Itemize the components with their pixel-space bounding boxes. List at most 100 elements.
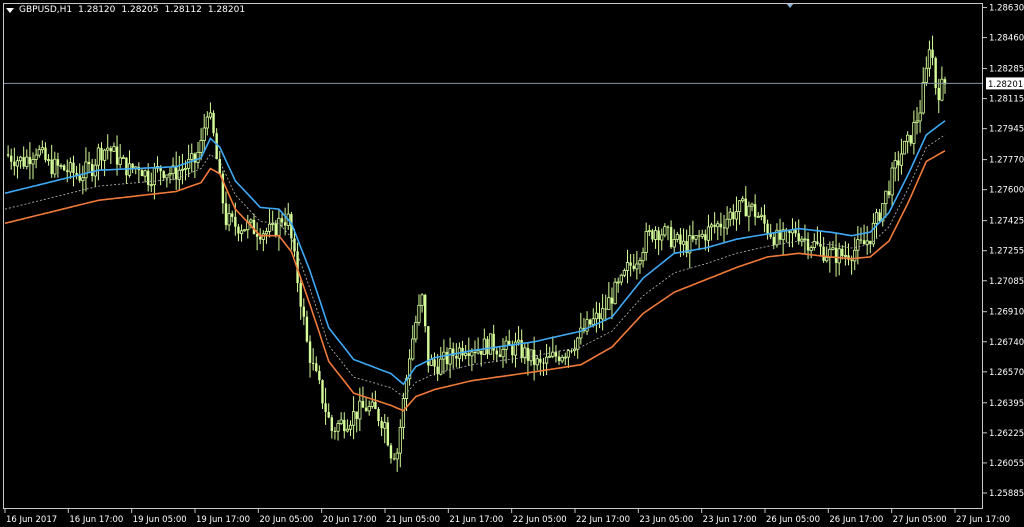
candle [224, 191, 228, 230]
candle [548, 346, 552, 358]
candle [408, 349, 412, 386]
candle [121, 154, 125, 160]
candle [685, 229, 688, 258]
candle [367, 400, 371, 416]
candle [143, 169, 147, 183]
candle [433, 352, 436, 376]
y-tick-label: 1.27425 [989, 217, 1024, 227]
candle [775, 223, 779, 248]
candle [168, 167, 172, 184]
candle [790, 218, 795, 248]
candle [837, 242, 841, 276]
candle [847, 243, 850, 266]
candle [345, 419, 349, 433]
candle [318, 365, 321, 385]
candle [566, 348, 570, 369]
scroll-marker-icon[interactable] [786, 3, 794, 8]
candle [439, 346, 443, 376]
candle [187, 144, 191, 178]
price-chart[interactable]: 1.28201 1.28630 1.28460 1.28285 1.28115 1.27… [0, 0, 1024, 527]
candle [734, 196, 739, 231]
candle [551, 336, 555, 359]
candle [759, 207, 763, 221]
y-tick-label: 1.26740 [989, 338, 1024, 348]
candle [629, 254, 632, 277]
candle [445, 347, 449, 371]
candle [75, 165, 78, 180]
candle [109, 146, 113, 165]
candle [180, 153, 185, 185]
candle [601, 294, 605, 331]
candle [299, 276, 302, 320]
candle [455, 343, 458, 368]
candle [277, 208, 281, 251]
candle [87, 151, 91, 173]
candle [339, 412, 343, 426]
candle [370, 392, 374, 409]
candle [728, 208, 732, 227]
x-tick-label: 21 Jun 17:00 [449, 515, 503, 525]
candle [286, 202, 290, 230]
candle [554, 345, 558, 363]
chart-window[interactable]: GBPUSD,H1 1.28120 1.28205 1.28112 1.2820… [0, 0, 1024, 527]
candle [246, 214, 250, 239]
candle [927, 40, 932, 77]
candle [934, 56, 937, 95]
candle [853, 237, 857, 271]
candle [632, 254, 635, 272]
candle [18, 155, 23, 169]
candle [753, 194, 757, 226]
y-tick-label: 1.28630 [989, 4, 1024, 14]
x-tick-label: 19 Jun 05:00 [133, 515, 187, 525]
candle [921, 67, 925, 115]
candle [15, 156, 20, 179]
candle [252, 213, 256, 235]
candle [103, 148, 107, 177]
candle [557, 350, 561, 365]
candle [834, 233, 838, 277]
candle [831, 240, 835, 251]
candle [713, 212, 716, 234]
candle [647, 224, 651, 237]
candle [56, 152, 60, 178]
candle [542, 357, 545, 377]
candle [700, 229, 704, 239]
candle [411, 325, 415, 361]
candle [165, 174, 169, 188]
candle [480, 350, 483, 367]
candle [890, 162, 894, 207]
y-tick-label: 1.26395 [989, 399, 1024, 409]
candle [31, 152, 35, 180]
candle [271, 210, 275, 231]
candle [529, 349, 533, 366]
candle [62, 164, 66, 172]
candle [722, 214, 726, 243]
candle [37, 145, 41, 158]
candle [13, 147, 16, 176]
candle [212, 110, 215, 137]
current-price-label: 1.28201 [988, 80, 1023, 90]
candle [218, 150, 221, 175]
candle [716, 220, 720, 241]
candle [513, 332, 518, 368]
candle [931, 35, 934, 66]
candle [414, 315, 418, 343]
candle [638, 257, 642, 274]
candle [619, 273, 623, 286]
candle [887, 180, 891, 199]
candle [22, 146, 25, 170]
candle [305, 310, 309, 343]
candle [535, 355, 539, 371]
candle [125, 157, 128, 184]
candle [398, 419, 402, 468]
candle [208, 102, 213, 120]
candle [127, 150, 132, 178]
candle [809, 245, 813, 259]
x-axis: 16 Jun 2017 16 Jun 17:00 19 Jun 05:00 19 Ju… [4, 509, 1010, 525]
candle [504, 336, 508, 364]
candle [352, 396, 356, 440]
candle [90, 158, 94, 182]
candle [915, 106, 919, 135]
candle [709, 222, 714, 241]
candle [772, 233, 776, 250]
